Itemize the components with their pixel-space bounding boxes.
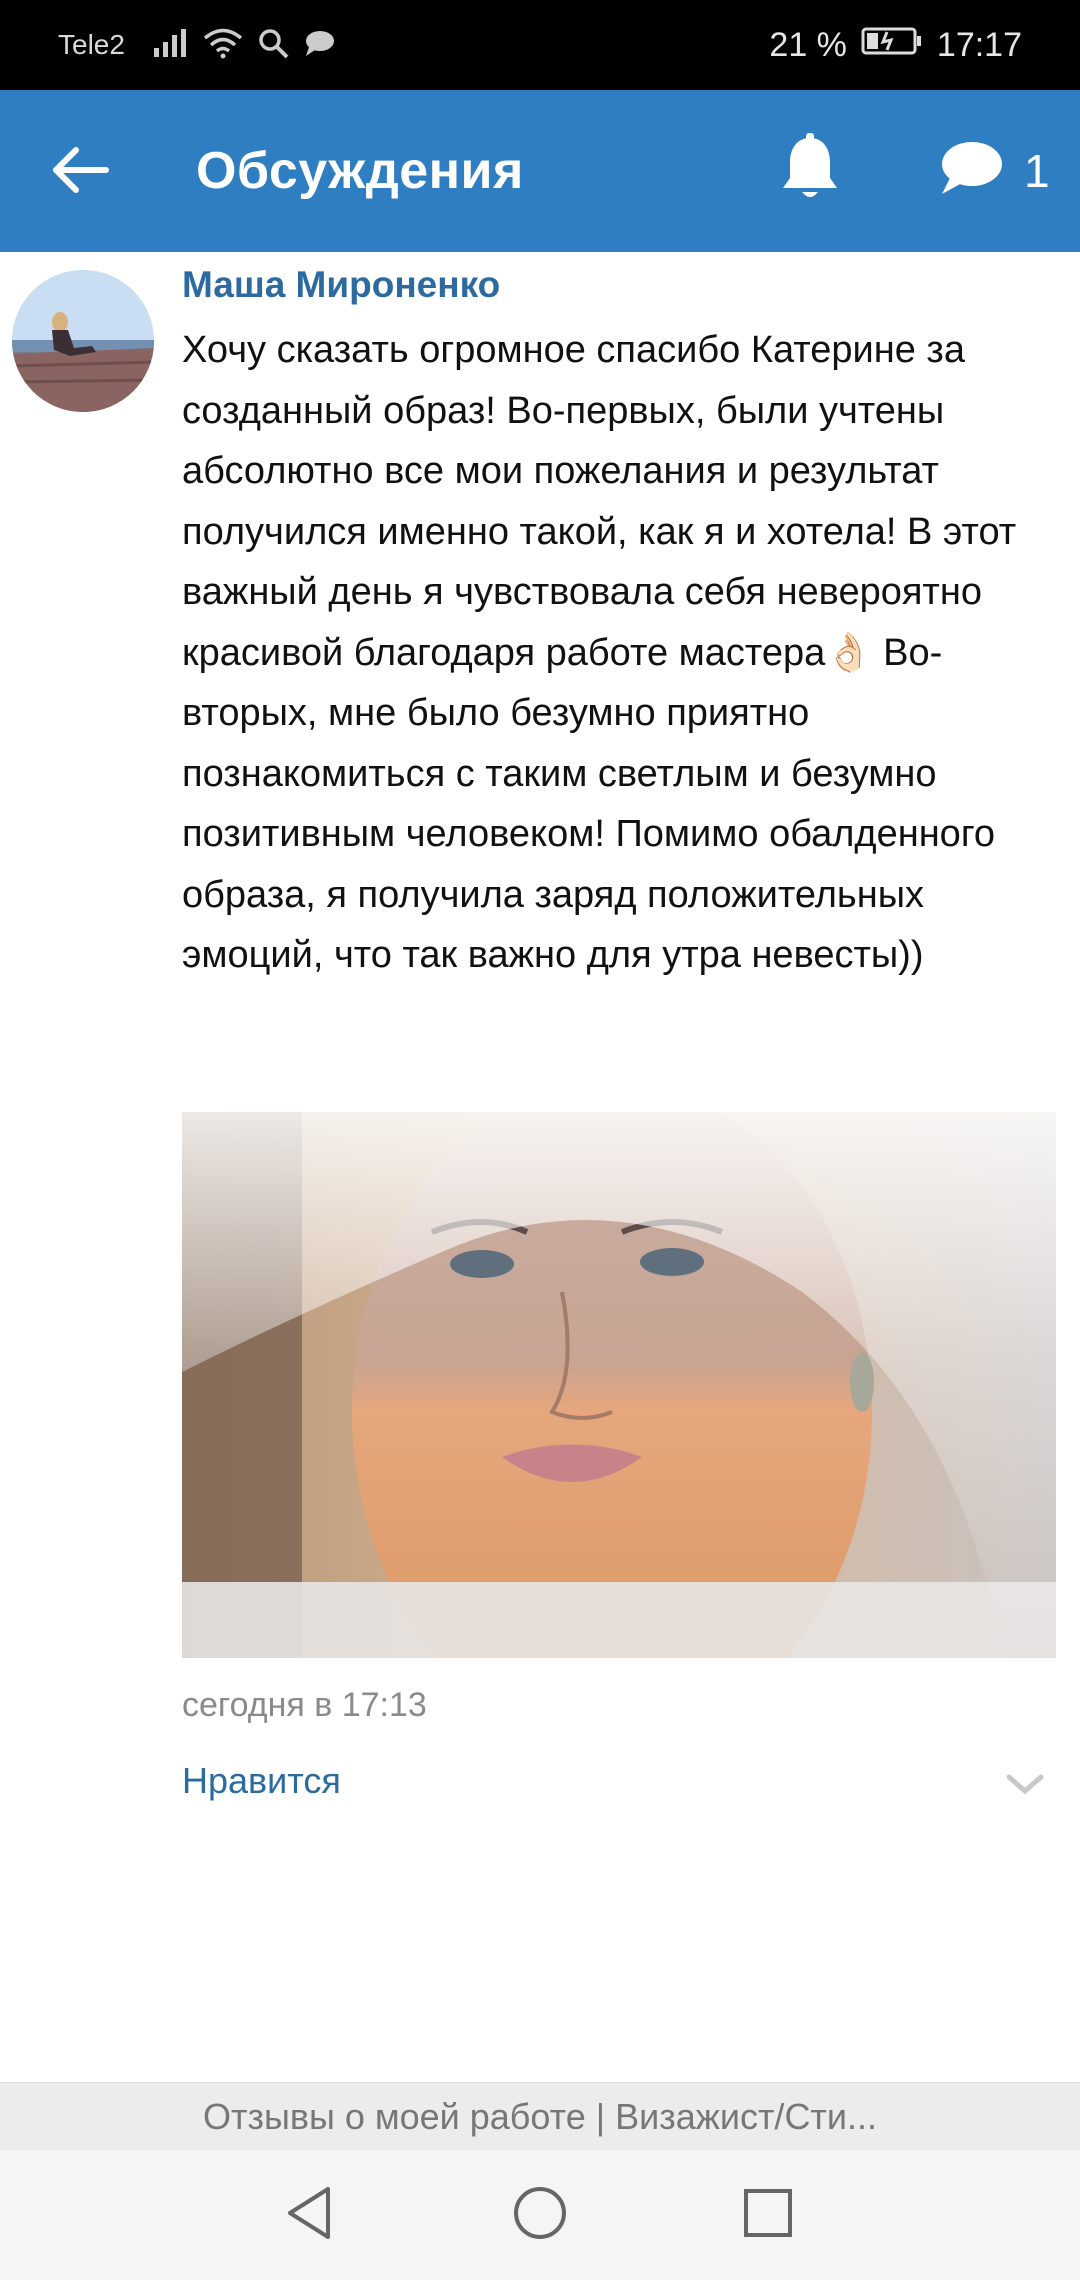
wifi-icon xyxy=(203,27,243,64)
speech-bubble-icon xyxy=(936,138,1004,203)
group-title-bar[interactable]: Отзывы о моей работе | Визажист/Сти... xyxy=(0,2082,1080,2150)
app-bar: Обсуждения 1 xyxy=(0,90,1080,252)
nav-back-button[interactable] xyxy=(274,2180,344,2250)
post-text: Хочу сказать огромное спасибо Катерине з… xyxy=(182,329,1017,976)
circle-home-icon xyxy=(512,2185,568,2246)
post-timestamp: сегодня в 17:13 xyxy=(182,1686,427,1724)
search-icon xyxy=(257,27,289,64)
notifications-button[interactable] xyxy=(770,130,850,210)
page-title: Обсуждения xyxy=(196,142,524,200)
arrow-left-icon xyxy=(50,146,110,199)
messages-count-badge: 1 xyxy=(1024,145,1050,197)
group-title: Отзывы о моей работе | Визажист/Сти... xyxy=(202,2095,878,2137)
chevron-down-icon xyxy=(1005,1773,1045,1802)
expand-button[interactable] xyxy=(1000,1762,1050,1812)
carrier-name: Tele2 xyxy=(58,29,125,60)
square-recents-icon xyxy=(743,2188,793,2243)
avatar[interactable] xyxy=(12,270,154,412)
triangle-back-icon xyxy=(284,2185,334,2246)
signal-icon xyxy=(153,28,189,63)
post-author[interactable]: Маша Мироненко xyxy=(182,264,500,306)
like-button[interactable]: Нравится xyxy=(182,1760,341,1802)
nav-home-button[interactable] xyxy=(505,2180,575,2250)
status-bar: Tele2 21 % 17:17 xyxy=(0,0,1080,90)
back-button[interactable] xyxy=(44,136,116,208)
post-photo[interactable] xyxy=(182,1112,1056,1658)
battery-percent: 21 % xyxy=(769,25,847,64)
system-nav-bar xyxy=(0,2150,1080,2280)
messages-button[interactable] xyxy=(930,130,1010,210)
chat-notification-icon xyxy=(303,29,335,62)
battery-icon xyxy=(861,26,923,65)
bell-icon xyxy=(778,132,842,209)
nav-recents-button[interactable] xyxy=(733,2180,803,2250)
clock: 17:17 xyxy=(936,25,1022,64)
